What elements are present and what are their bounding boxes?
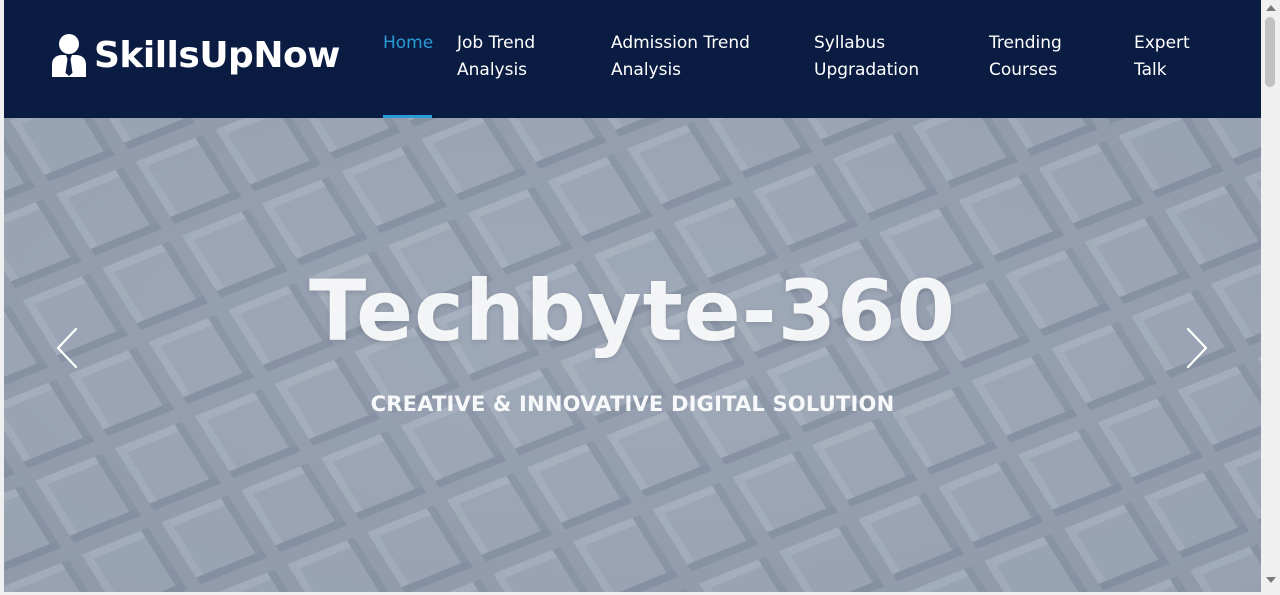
nav-trending-courses[interactable]: Trending Courses (989, 30, 1062, 84)
nav-label-line2: Upgradation (814, 60, 920, 80)
brand-logo[interactable]: SkillsUpNow (50, 30, 340, 80)
chevron-left-icon (56, 327, 78, 369)
nav-label-line1: Syllabus (814, 33, 886, 53)
scrollbar-thumb[interactable] (1265, 17, 1275, 87)
browser-viewport: SkillsUpNow Home Job Trend Analysis Admi… (0, 0, 1280, 595)
nav-admission-trend-analysis[interactable]: Admission Trend Analysis (611, 30, 750, 84)
carousel-prev-button[interactable] (52, 326, 82, 370)
nav-label-line1: Trending (989, 33, 1062, 53)
scroll-down-arrow-icon[interactable] (1266, 577, 1276, 583)
nav-label-line1: Admission Trend (611, 33, 750, 53)
hero-subtitle: CREATIVE & INNOVATIVE DIGITAL SOLUTION (370, 392, 895, 416)
nav-syllabus-upgradation[interactable]: Syllabus Upgradation (814, 30, 919, 84)
nav-label-line1: Job Trend (457, 33, 536, 53)
hero-carousel: Techbyte-360 CREATIVE & INNOVATIVE DIGIT… (4, 118, 1261, 592)
page-scrollbar[interactable] (1261, 0, 1280, 595)
nav-expert-talk[interactable]: Expert Talk (1134, 30, 1190, 84)
carousel-next-button[interactable] (1182, 326, 1212, 370)
user-tie-icon (52, 34, 86, 77)
nav-label-line2: Courses (989, 60, 1058, 80)
page: SkillsUpNow Home Job Trend Analysis Admi… (4, 0, 1261, 592)
nav-label-line2: Analysis (457, 60, 528, 80)
scroll-up-arrow-icon[interactable] (1266, 5, 1276, 11)
nav-home[interactable]: Home (383, 30, 433, 57)
nav-job-trend-analysis[interactable]: Job Trend Analysis (457, 30, 535, 84)
nav-label-line2: Analysis (611, 60, 682, 80)
brand-name: SkillsUpNow (94, 34, 340, 76)
navbar: SkillsUpNow Home Job Trend Analysis Admi… (4, 0, 1261, 118)
nav-label-line1: Expert (1134, 33, 1190, 53)
chevron-right-icon (1186, 327, 1208, 369)
nav-label-line2: Talk (1134, 60, 1167, 80)
nav-home-label: Home (383, 33, 434, 53)
hero-title: Techbyte-360 (309, 262, 956, 360)
